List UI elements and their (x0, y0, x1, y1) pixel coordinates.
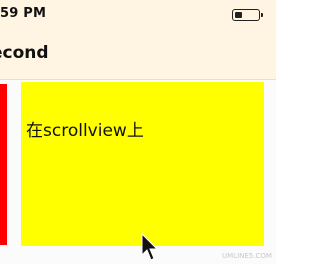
content-area: 在scrollview上 (0, 80, 276, 264)
battery-icon (232, 9, 263, 21)
scroll-view[interactable]: 在scrollview上 (21, 82, 264, 246)
status-bar: 59 PM (0, 0, 276, 34)
watermark: UMLINE5.COM (222, 252, 272, 260)
nav-title: econd (0, 43, 49, 63)
cursor-icon (141, 233, 157, 261)
battery-level (235, 12, 242, 18)
red-panel (0, 84, 7, 245)
phone-screen: 59 PM econd 在scrollview上 UMLINE5.COM (0, 0, 276, 264)
status-time: 59 PM (0, 6, 47, 21)
scroll-view-label: 在scrollview上 (26, 121, 144, 141)
navigation-bar: econd (0, 34, 276, 80)
